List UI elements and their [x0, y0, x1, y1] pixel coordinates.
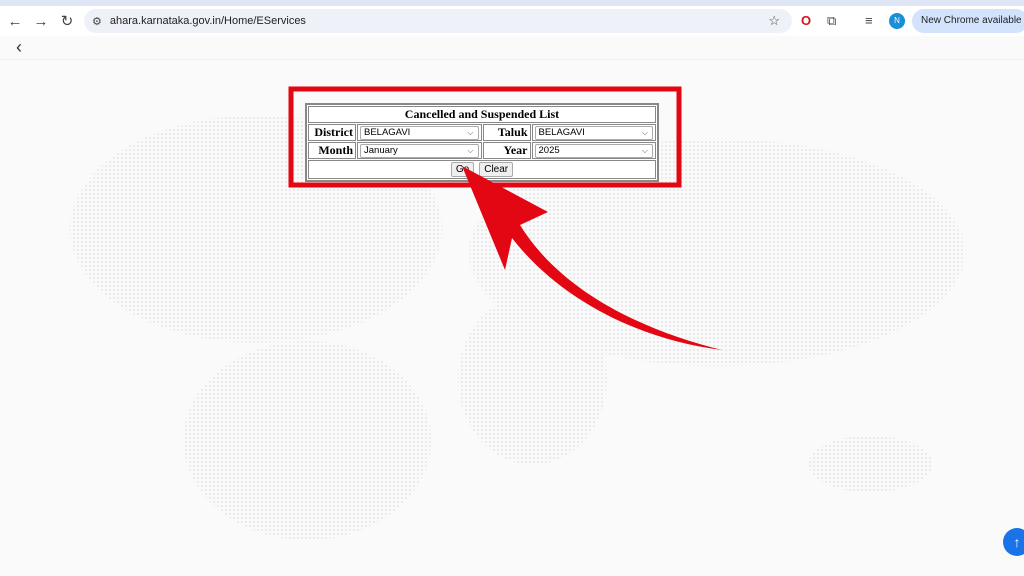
annotation-overlay	[288, 86, 722, 350]
highlight-box	[288, 86, 682, 188]
arrow-annotation	[462, 166, 722, 350]
arrow-up-icon[interactable]: ↑	[1003, 528, 1024, 556]
